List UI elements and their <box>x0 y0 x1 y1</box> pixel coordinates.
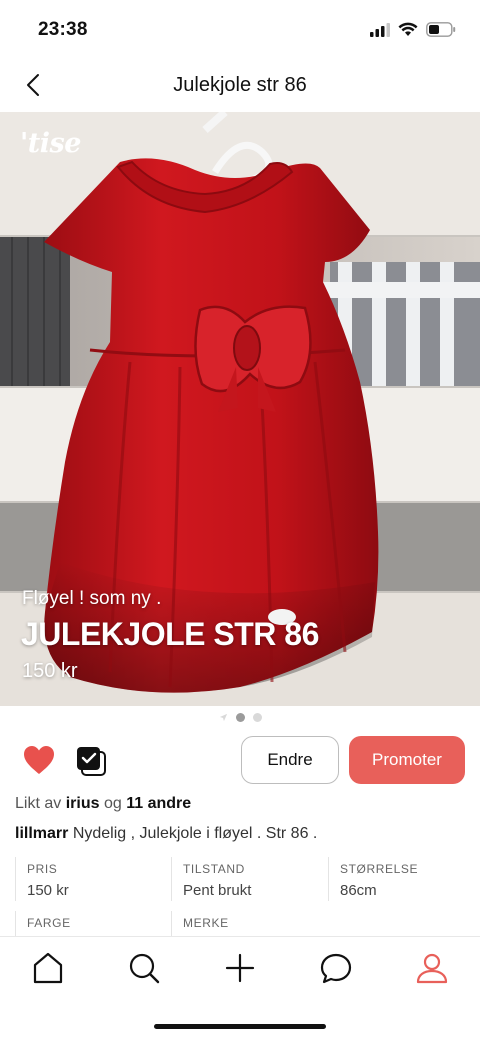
product-photo[interactable]: 'tise Fløyel ! som ny . JULEKJOLE STR 86… <box>0 112 480 706</box>
chat-icon <box>320 953 352 984</box>
attribute-label: MERKE <box>183 916 229 930</box>
nav-bar: Julekjole str 86 <box>0 60 480 112</box>
tab-home[interactable] <box>31 951 65 985</box>
tab-messages[interactable] <box>319 951 353 985</box>
status-icons <box>370 22 456 37</box>
plus-icon <box>225 953 255 983</box>
photo-pager <box>0 710 480 724</box>
attribute-label: PRIS <box>27 862 58 876</box>
pager-dot[interactable] <box>252 712 262 722</box>
attribute-value: 86cm <box>340 882 377 899</box>
attribute-label: FARGE <box>27 916 71 930</box>
edit-button[interactable]: Endre <box>241 736 339 784</box>
attribute-size: STØRRELSE 86cm <box>328 857 478 901</box>
wifi-icon <box>398 22 418 36</box>
attribute-condition: TILSTAND Pent brukt <box>171 857 321 901</box>
attribute-price: PRIS 150 kr <box>15 857 165 901</box>
profile-icon <box>416 953 448 984</box>
home-indicator <box>154 1024 326 1029</box>
likes-others[interactable]: 11 andre <box>126 795 191 812</box>
status-time: 23:38 <box>38 19 88 40</box>
likes-line: Likt av irius og 11 andre <box>15 795 191 813</box>
listing-subtitle: Fløyel ! som ny . <box>22 588 162 609</box>
promote-button[interactable]: Promoter <box>349 736 465 784</box>
tab-search[interactable] <box>127 951 161 985</box>
listing-title: JULEKJOLE STR 86 <box>21 616 319 652</box>
page-title: Julekjole str 86 <box>173 74 307 96</box>
likes-prefix: Likt av <box>15 795 62 812</box>
attribute-label: STØRRELSE <box>340 862 419 876</box>
battery-icon <box>426 22 456 37</box>
attribute-label: TILSTAND <box>183 862 245 876</box>
description-text: Nydelig , Julekjole i fløyel . Str 86 . <box>72 825 318 842</box>
seller-username[interactable]: lillmarr <box>15 825 68 842</box>
like-button[interactable] <box>22 744 56 776</box>
select-listing-button[interactable] <box>74 744 108 778</box>
action-row: Endre Promoter <box>0 736 480 786</box>
attribute-value: 150 kr <box>27 882 69 899</box>
pager-dot-active[interactable] <box>235 712 245 722</box>
home-icon <box>33 952 63 984</box>
checkbox-stack-icon <box>77 747 106 776</box>
status-bar: 23:38 <box>0 0 480 60</box>
listing-description: lillmarr Nydelig , Julekjole i fløyel . … <box>15 825 317 843</box>
tab-profile[interactable] <box>415 951 449 985</box>
location-arrow-icon <box>219 713 227 721</box>
likes-joiner: og <box>103 795 122 812</box>
tab-new-listing[interactable] <box>223 951 257 985</box>
tise-logo: 'tise <box>20 128 81 159</box>
listing-price: 150 kr <box>22 660 78 682</box>
search-icon <box>129 953 160 984</box>
liker-username[interactable]: irius <box>66 795 100 812</box>
attribute-value: Pent brukt <box>183 882 252 899</box>
bottom-tab-bar <box>0 936 480 1039</box>
signal-icon <box>370 22 390 37</box>
heart-icon <box>24 746 54 774</box>
